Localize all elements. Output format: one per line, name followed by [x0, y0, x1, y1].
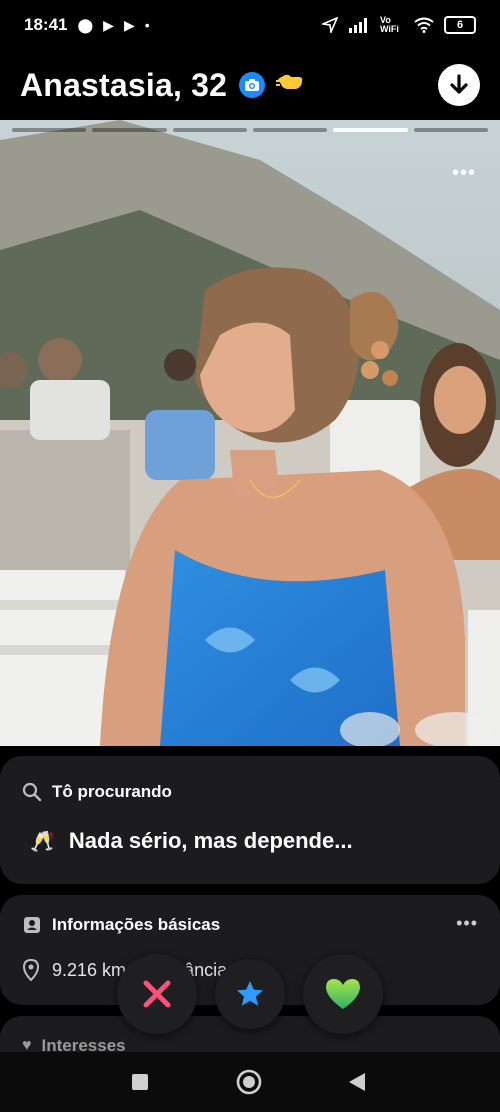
photo-progress-segment[interactable] — [413, 128, 488, 132]
like-button[interactable] — [303, 954, 383, 1034]
basic-info-more-icon[interactable]: ••• — [456, 913, 478, 934]
close-profile-button[interactable] — [438, 64, 480, 106]
recent-apps-button[interactable] — [131, 1073, 149, 1096]
swipe-action-bar — [0, 950, 500, 1040]
looking-for-title: Tô procurando — [52, 782, 172, 801]
super-like-button[interactable] — [215, 959, 285, 1029]
photo-progress — [12, 128, 488, 132]
photo-progress-segment[interactable] — [172, 128, 247, 132]
back-button[interactable] — [348, 1072, 366, 1097]
search-icon — [22, 782, 42, 802]
looking-for-value: Nada sério, mas depende... — [68, 828, 353, 853]
arrow-down-icon — [450, 74, 468, 94]
heart-icon — [326, 979, 360, 1009]
app-notification-icon: ⬤ — [77, 17, 94, 33]
hand-wave-icon[interactable] — [275, 71, 305, 99]
signal-icon — [349, 18, 367, 33]
profile-card-icon — [24, 917, 40, 933]
looking-for-title-row: Tô procurando — [22, 782, 172, 802]
photo-progress-segment[interactable] — [252, 128, 328, 132]
photo-progress-segment[interactable] — [92, 128, 167, 132]
looking-for-value-row: 🥂 Nada sério, mas depende... — [30, 828, 353, 854]
battery-icon: 6 — [444, 16, 476, 34]
location-icon — [322, 17, 338, 33]
looking-for-card: Tô procurando 🥂 Nada sério, mas depende.… — [0, 756, 500, 884]
basic-info-title-row: Informações básicas — [22, 915, 220, 935]
nope-button[interactable] — [117, 954, 197, 1034]
more-notifications-icon: • — [144, 17, 150, 33]
status-right: Vo WiFi 6 — [322, 16, 476, 34]
close-x-icon — [143, 980, 171, 1008]
cheers-icon: 🥂 — [30, 830, 55, 853]
play-notification-icon-2: ▶ — [123, 17, 135, 33]
status-bar: 18:41 ⬤ ▶ ▶ • Vo WiFi 6 — [0, 0, 500, 50]
photo-more-options-icon[interactable]: ••• — [452, 162, 476, 185]
vowifi-label: Vo WiFi — [380, 15, 399, 34]
wifi-icon — [414, 17, 434, 33]
profile-name-age: Anastasia, 32 — [20, 66, 228, 103]
star-icon — [237, 981, 263, 1006]
photo-progress-segment[interactable] — [12, 128, 87, 132]
play-notification-icon: ▶ — [103, 17, 114, 33]
profile-header: Anastasia, 32 — [0, 50, 500, 120]
basic-info-title: Informações básicas — [52, 915, 221, 934]
profile-photo[interactable]: ••• — [0, 120, 500, 746]
photo-verified-icon[interactable] — [239, 72, 266, 98]
system-nav-bar — [0, 1052, 500, 1112]
home-button[interactable] — [236, 1069, 262, 1100]
photo-illustration — [0, 120, 500, 746]
status-left: 18:41 ⬤ ▶ ▶ • — [24, 15, 150, 35]
status-time: 18:41 — [24, 15, 68, 34]
photo-progress-segment[interactable] — [333, 128, 408, 132]
